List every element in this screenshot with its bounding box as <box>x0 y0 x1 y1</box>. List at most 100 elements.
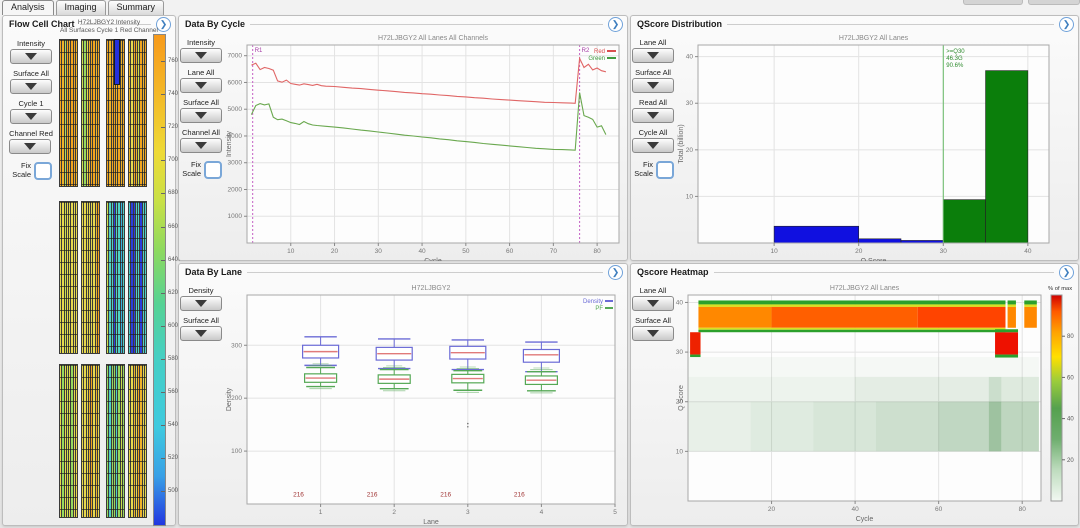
colorbar-tick <box>161 193 165 194</box>
tile-grid-lines <box>60 202 77 353</box>
svg-text:5000: 5000 <box>228 106 243 113</box>
lane-dropdown[interactable] <box>632 296 674 311</box>
read-dropdown[interactable] <box>632 108 674 123</box>
svg-text:Q Score: Q Score <box>678 385 685 411</box>
channel-dropdown[interactable] <box>9 139 51 154</box>
surface-dropdown[interactable] <box>180 326 222 341</box>
read-label: Read All <box>632 98 674 107</box>
tab-imaging[interactable]: Imaging <box>56 0 106 15</box>
flowcell-lane-4-section-3[interactable] <box>128 364 147 518</box>
tile-grid-lines <box>60 365 77 517</box>
svg-text:30: 30 <box>686 100 694 107</box>
fix-scale-label: Fix Scale <box>10 162 31 179</box>
svg-text:R1: R1 <box>255 48 263 54</box>
svg-text:216: 216 <box>293 492 304 499</box>
qscore-distribution-panel: QScore Distribution ❯ Lane All Surface A… <box>630 15 1079 261</box>
metric-label: Density <box>180 286 222 295</box>
flow-cell-chart-title: H72LJBGY2 Intensity All Surfaces Cycle 1… <box>41 19 177 35</box>
flowcell-lane-3-section-3[interactable] <box>106 364 125 518</box>
data-by-cycle-chart[interactable]: 1020304050607080100020003000400050006000… <box>223 31 627 261</box>
flowcell-lane-1-section-2[interactable] <box>59 201 78 354</box>
svg-text:40: 40 <box>418 248 426 255</box>
colorbar-tick <box>161 94 165 95</box>
lane-label: Lane All <box>180 68 222 77</box>
expand-panel-button[interactable]: ❯ <box>608 17 623 32</box>
colorbar-tick <box>161 61 165 62</box>
data-by-lane-chart[interactable]: 21621621621612345100200300H72LJBGY2LaneD… <box>223 279 627 526</box>
cycle-label: Cycle 1 <box>10 99 52 108</box>
svg-text:80: 80 <box>594 248 602 255</box>
surface-dropdown[interactable] <box>632 78 674 93</box>
fix-scale-checkbox[interactable] <box>656 161 674 179</box>
colorbar-tick <box>161 425 165 426</box>
toolbar-button-partial[interactable] <box>963 0 1023 5</box>
tile-grid-lines <box>107 365 124 517</box>
chevron-down-icon <box>647 82 659 89</box>
flowcell-lane-2-section-1[interactable] <box>81 39 100 187</box>
colorbar-tick <box>161 326 165 327</box>
svg-text:Total (billion): Total (billion) <box>678 124 685 163</box>
flowcell-lane-2-section-3[interactable] <box>81 364 100 518</box>
flowcell-lane-4-section-1[interactable] <box>128 39 147 187</box>
flow-cell-colorbar <box>153 34 166 526</box>
svg-text:20: 20 <box>768 506 776 513</box>
chevron-down-icon <box>24 143 36 150</box>
chevron-down-icon <box>647 300 659 307</box>
lane-dropdown[interactable] <box>180 78 222 93</box>
channel-label: Channel All <box>180 128 222 137</box>
qscore-heatmap-chart[interactable]: 2040608010203040H72LJBGY2 All LanesCycle… <box>675 279 1078 526</box>
chevron-down-icon <box>195 112 207 119</box>
lane-dropdown[interactable] <box>632 48 674 63</box>
svg-text:1: 1 <box>319 509 323 516</box>
svg-text:6000: 6000 <box>228 79 243 86</box>
svg-text:Green: Green <box>588 56 605 62</box>
surface-label: Surface All <box>632 316 674 325</box>
tile-grid-lines <box>82 40 99 186</box>
flowcell-lane-4-section-2[interactable] <box>128 201 147 354</box>
qscore-distribution-chart[interactable]: >=Q3046.3G90.6%1020304010203040H72LJBGY2… <box>675 31 1078 261</box>
flowcell-lane-3-section-2[interactable] <box>106 201 125 354</box>
svg-text:10: 10 <box>676 448 684 455</box>
svg-text:Q Score: Q Score <box>861 258 887 261</box>
chevron-down-icon <box>195 330 207 337</box>
channel-label: Channel Red <box>9 129 53 138</box>
surface-dropdown[interactable] <box>632 326 674 341</box>
svg-text:3: 3 <box>466 509 470 516</box>
svg-text:46.3G: 46.3G <box>946 56 963 62</box>
colorbar-tick <box>161 127 165 128</box>
panel-title: Data By Lane <box>185 267 242 277</box>
svg-text:Cycle: Cycle <box>424 258 442 261</box>
svg-text:40: 40 <box>1067 417 1074 423</box>
cycle-dropdown[interactable] <box>632 138 674 153</box>
metric-dropdown[interactable] <box>180 296 222 311</box>
fix-scale-checkbox[interactable] <box>34 162 52 180</box>
colorbar-tick <box>161 260 165 261</box>
svg-text:H72LJBGY2 All Lanes: H72LJBGY2 All Lanes <box>839 35 909 42</box>
chevron-down-icon <box>25 83 37 90</box>
flowcell-lane-1-section-3[interactable] <box>59 364 78 518</box>
channel-dropdown[interactable] <box>180 138 222 153</box>
surface-label: Surface All <box>632 68 674 77</box>
tab-summary[interactable]: Summary <box>108 0 165 15</box>
surface-dropdown[interactable] <box>180 108 222 123</box>
svg-text:20: 20 <box>1067 458 1074 464</box>
flowcell-lane-1-section-1[interactable] <box>59 39 78 187</box>
metric-dropdown[interactable] <box>180 48 222 63</box>
expand-panel-button[interactable]: ❯ <box>1059 265 1074 280</box>
surface-dropdown[interactable] <box>10 79 52 94</box>
toolbar-button-partial[interactable] <box>1028 0 1080 5</box>
flowcell-lane-2-section-2[interactable] <box>81 201 100 354</box>
cycle-dropdown[interactable] <box>10 109 52 124</box>
tab-analysis[interactable]: Analysis <box>2 0 54 15</box>
svg-text:7000: 7000 <box>228 53 243 60</box>
surface-label: Surface All <box>180 316 222 325</box>
metric-dropdown[interactable] <box>10 49 52 64</box>
svg-text:216: 216 <box>440 492 451 499</box>
flow-cell-chart-panel: Flow Cell Chart ❯ H72LJBGY2 Intensity Al… <box>2 15 176 526</box>
tile-grid-lines <box>107 202 124 353</box>
flow-cell-tile-map[interactable] <box>59 39 151 520</box>
expand-panel-button[interactable]: ❯ <box>608 265 623 280</box>
expand-panel-button[interactable]: ❯ <box>1059 17 1074 32</box>
svg-text:50: 50 <box>462 248 470 255</box>
fix-scale-checkbox[interactable] <box>204 161 222 179</box>
